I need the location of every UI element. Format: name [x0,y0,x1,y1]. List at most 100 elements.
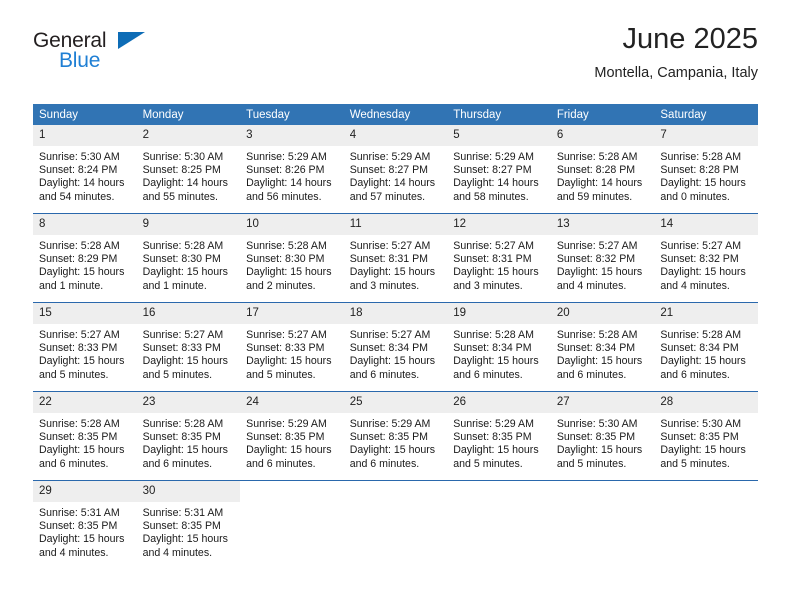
day-daylight-line: and 6 minutes. [246,457,316,470]
general-blue-logo[interactable]: General Blue [33,30,153,76]
day-daylight-line: and 4 minutes. [660,279,730,292]
day-number: 6 [550,125,655,146]
calendar-day-cell[interactable]: 17 Sunrise: 5:27 AM Sunset: 8:33 PM Dayligh… [240,303,344,391]
day-daylight-line: and 3 minutes. [453,279,523,292]
day-number [343,481,448,502]
day-number: 4 [343,125,448,146]
calendar-day-cell[interactable]: 3 Sunrise: 5:29 AM Sunset: 8:26 PM Daylight… [240,125,344,213]
day-details [654,502,758,507]
calendar-day-cell[interactable]: 12 Sunrise: 5:27 AM Sunset: 8:31 PM Dayligh… [447,214,551,302]
day-sunrise-line: Sunrise: 5:28 AM [246,240,327,252]
day-details [344,502,448,507]
calendar-day-cell[interactable]: 22 Sunrise: 5:28 AM Sunset: 8:35 PM Dayligh… [33,392,137,480]
calendar-empty-cell [240,481,344,569]
calendar-day-cell[interactable]: 1 Sunrise: 5:30 AM Sunset: 8:24 PM Daylight… [33,125,137,213]
day-details [240,502,344,507]
day-daylight-line: Daylight: 15 hours [142,533,228,546]
calendar-day-cell[interactable]: 30 Sunrise: 5:31 AM Sunset: 8:35 PM Dayligh… [136,481,241,569]
day-daylight-line: Daylight: 15 hours [453,266,539,279]
day-daylight-line: Daylight: 15 hours [246,266,332,279]
day-sunset-line: Sunset: 8:24 PM [39,164,118,177]
calendar-day-cell[interactable]: 26 Sunrise: 5:29 AM Sunset: 8:35 PM Dayligh… [447,392,551,480]
day-daylight-line: and 6 minutes. [660,368,730,381]
day-daylight-line: and 6 minutes. [556,368,627,381]
day-number: 7 [654,125,758,146]
calendar-day-cell[interactable]: 9 Sunrise: 5:28 AM Sunset: 8:30 PM Daylight… [136,214,241,302]
day-sunset-line: Sunset: 8:33 PM [142,342,221,355]
day-sunset-line: Sunset: 8:31 PM [453,253,532,266]
calendar-day-cell[interactable]: 27 Sunrise: 5:30 AM Sunset: 8:35 PM Dayligh… [550,392,655,480]
weekday-header-saturday: Saturday [654,104,758,125]
calendar-day-cell[interactable]: 24 Sunrise: 5:29 AM Sunset: 8:35 PM Dayligh… [240,392,344,480]
calendar-body: 1 Sunrise: 5:30 AM Sunset: 8:24 PM Daylight… [33,125,758,569]
day-sunrise-line: Sunrise: 5:27 AM [246,329,327,341]
calendar-day-cell[interactable]: 5 Sunrise: 5:29 AM Sunset: 8:27 PM Daylight… [447,125,551,213]
calendar-day-cell[interactable]: 4 Sunrise: 5:29 AM Sunset: 8:27 PM Daylight… [343,125,448,213]
day-sunset-line: Sunset: 8:30 PM [246,253,325,266]
day-sunset-line: Sunset: 8:32 PM [660,253,739,266]
day-number: 22 [33,392,137,413]
day-daylight-line: Daylight: 15 hours [660,355,746,368]
day-daylight-line: Daylight: 15 hours [660,444,746,457]
calendar-day-cell[interactable]: 13 Sunrise: 5:27 AM Sunset: 8:32 PM Dayligh… [550,214,655,302]
day-sunset-line: Sunset: 8:34 PM [660,342,739,355]
day-sunset-line: Sunset: 8:30 PM [142,253,221,266]
calendar-day-cell[interactable]: 15 Sunrise: 5:27 AM Sunset: 8:33 PM Dayligh… [33,303,137,391]
day-sunrise-line: Sunrise: 5:27 AM [349,240,431,252]
day-sunset-line: Sunset: 8:35 PM [142,520,221,533]
calendar-day-cell[interactable]: 14 Sunrise: 5:27 AM Sunset: 8:32 PM Dayligh… [654,214,758,302]
day-number [654,481,758,502]
day-number: 20 [550,303,655,324]
calendar-week-row: 8 Sunrise: 5:28 AM Sunset: 8:29 PM Daylight… [33,213,758,303]
day-sunset-line: Sunset: 8:32 PM [556,253,636,266]
day-daylight-line: Daylight: 15 hours [142,444,228,457]
day-sunset-line: Sunset: 8:29 PM [39,253,118,266]
day-daylight-line: and 6 minutes. [349,368,420,381]
day-daylight-line: Daylight: 15 hours [660,266,746,279]
day-daylight-line: and 5 minutes. [246,368,316,381]
calendar-day-cell[interactable]: 18 Sunrise: 5:27 AM Sunset: 8:34 PM Dayligh… [343,303,448,391]
weekday-header-wednesday: Wednesday [343,104,448,125]
day-daylight-line: Daylight: 15 hours [39,355,125,368]
day-daylight-line: and 4 minutes. [556,279,627,292]
calendar-day-cell[interactable]: 19 Sunrise: 5:28 AM Sunset: 8:34 PM Dayligh… [447,303,551,391]
day-daylight-line: Daylight: 15 hours [556,355,643,368]
day-details: Sunrise: 5:28 AM Sunset: 8:34 PM Daylight:… [551,324,655,382]
day-daylight-line: and 0 minutes. [660,190,730,203]
page-header: General Blue June 2025 Montella, Campani… [33,22,758,94]
calendar-week-row: 1 Sunrise: 5:30 AM Sunset: 8:24 PM Daylight… [33,125,758,214]
day-number: 5 [447,125,551,146]
day-sunset-line: Sunset: 8:35 PM [246,431,325,444]
calendar-day-cell[interactable]: 11 Sunrise: 5:27 AM Sunset: 8:31 PM Dayligh… [343,214,448,302]
day-details: Sunrise: 5:27 AM Sunset: 8:31 PM Daylight:… [344,235,448,293]
day-details: Sunrise: 5:27 AM Sunset: 8:34 PM Daylight:… [344,324,448,382]
calendar-day-cell[interactable]: 6 Sunrise: 5:28 AM Sunset: 8:28 PM Daylight… [550,125,655,213]
day-number: 30 [136,481,241,502]
calendar-day-cell[interactable]: 21 Sunrise: 5:28 AM Sunset: 8:34 PM Dayligh… [654,303,758,391]
day-daylight-line: Daylight: 15 hours [39,266,125,279]
calendar-day-cell[interactable]: 23 Sunrise: 5:28 AM Sunset: 8:35 PM Dayligh… [136,392,241,480]
day-sunset-line: Sunset: 8:35 PM [453,431,532,444]
calendar-day-cell[interactable]: 28 Sunrise: 5:30 AM Sunset: 8:35 PM Dayligh… [654,392,758,480]
calendar-day-cell[interactable]: 8 Sunrise: 5:28 AM Sunset: 8:29 PM Daylight… [33,214,137,302]
calendar-day-cell[interactable]: 7 Sunrise: 5:28 AM Sunset: 8:28 PM Daylight… [654,125,758,213]
calendar-day-cell[interactable]: 20 Sunrise: 5:28 AM Sunset: 8:34 PM Dayligh… [550,303,655,391]
day-details: Sunrise: 5:29 AM Sunset: 8:27 PM Daylight:… [447,146,551,204]
day-sunset-line: Sunset: 8:34 PM [556,342,636,355]
day-daylight-line: and 2 minutes. [246,279,316,292]
day-sunrise-line: Sunrise: 5:28 AM [142,240,224,252]
day-sunrise-line: Sunrise: 5:28 AM [556,329,638,341]
calendar-day-cell[interactable]: 10 Sunrise: 5:28 AM Sunset: 8:30 PM Dayligh… [240,214,344,302]
calendar-day-cell[interactable]: 16 Sunrise: 5:27 AM Sunset: 8:33 PM Dayligh… [136,303,241,391]
day-sunset-line: Sunset: 8:35 PM [660,431,739,444]
day-details: Sunrise: 5:30 AM Sunset: 8:35 PM Daylight:… [654,413,758,471]
day-sunrise-line: Sunrise: 5:30 AM [142,151,224,163]
day-daylight-line: Daylight: 14 hours [39,177,125,190]
calendar-empty-cell [654,481,758,569]
day-details: Sunrise: 5:28 AM Sunset: 8:28 PM Daylight:… [654,146,758,204]
calendar-day-cell[interactable]: 25 Sunrise: 5:29 AM Sunset: 8:35 PM Dayligh… [343,392,448,480]
calendar-day-cell[interactable]: 29 Sunrise: 5:31 AM Sunset: 8:35 PM Dayligh… [33,481,137,569]
day-sunrise-line: Sunrise: 5:31 AM [39,507,120,519]
day-daylight-line: and 5 minutes. [660,457,730,470]
calendar-day-cell[interactable]: 2 Sunrise: 5:30 AM Sunset: 8:25 PM Daylight… [136,125,241,213]
